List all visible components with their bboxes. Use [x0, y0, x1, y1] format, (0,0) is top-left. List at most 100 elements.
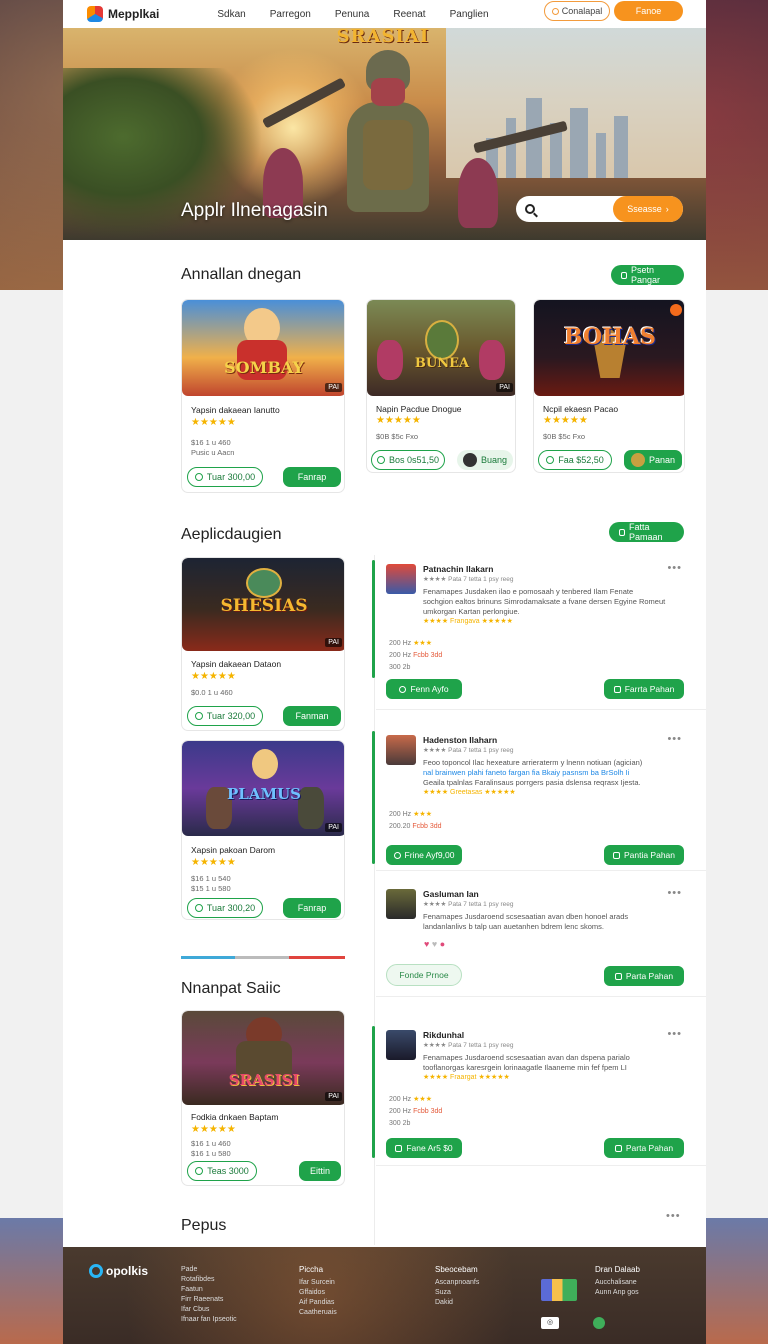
buy-button[interactable]: Fanrap [283, 467, 341, 487]
footer-link[interactable]: Faatun [181, 1285, 237, 1295]
hero-search-button[interactable]: Sseasse › [613, 196, 683, 222]
review-action-label: Frine Ayf9,00 [404, 850, 455, 860]
tag-icon [194, 904, 203, 912]
footer-link[interactable]: Caatheruais [299, 1308, 337, 1318]
review-action-button[interactable]: Fenn Ayfo [386, 679, 462, 699]
review-rating-line: ★★★★ Pata 7 tetta 1 psy reeg [423, 747, 514, 754]
game-card[interactable]: PLAMUS PAI Xapsin pakoan Darom ★★★★★ $16… [181, 740, 345, 920]
buy-button[interactable]: Fanrap [283, 898, 341, 918]
buy-button[interactable]: Buang [457, 450, 513, 470]
section-1-button[interactable]: Psetn Pangar [611, 265, 684, 285]
game-card[interactable]: SHESIAS PAI Yapsin dakaean Dataon ★★★★★ … [181, 557, 345, 731]
buy-button-label: Buang [480, 455, 508, 465]
more-icon[interactable]: ••• [667, 1028, 682, 1040]
footer-link[interactable]: Ifnaar fan Ipseotic [181, 1315, 237, 1325]
buy-button[interactable]: Panan [624, 450, 682, 470]
header-primary-button[interactable]: Fanoe [614, 1, 683, 21]
review-action-button[interactable]: Fonde Prnoe [386, 964, 462, 986]
game-card[interactable]: BOHAS Ncpil ekaesn Pacao ★★★★★ $0B $5c F… [533, 299, 685, 473]
header-outline-button[interactable]: Conalapal [544, 1, 610, 21]
review-stat: 200.20 [389, 823, 411, 830]
footer-link[interactable]: Aif Pandias [299, 1298, 337, 1308]
review-action-button[interactable]: Fane Ar5 $0 [386, 1138, 462, 1158]
app-store-badge-icon[interactable] [541, 1279, 577, 1301]
heart-icon: ♥ [431, 939, 438, 949]
nav-item-4[interactable]: Reenat [393, 9, 425, 20]
price-button[interactable]: Faa $52,50 [538, 450, 612, 470]
review-secondary-button[interactable]: Farrta Pahan [604, 679, 684, 699]
buy-button[interactable]: Eittin [299, 1161, 341, 1181]
footer-logo[interactable]: opolkis [89, 1264, 148, 1278]
review-body-line: Fenamapes Jusdaken ilao e pomosaah y ten… [423, 587, 634, 596]
reviewer-name: Gasluman Ian [423, 889, 479, 899]
review-action-label: Fenn Ayfo [410, 684, 449, 694]
review-accent-bar [372, 731, 375, 864]
footer-link[interactable]: Pade [181, 1265, 237, 1275]
reviewer-avatar [386, 1030, 416, 1060]
refresh-icon [393, 851, 401, 859]
game-card-meta: $0B $5c Fxo [543, 432, 586, 441]
footer-link[interactable]: Aucchalisane [595, 1278, 640, 1288]
footer-link[interactable]: Ifar Cbus [181, 1305, 237, 1315]
game-card-art-title: BUNEA [414, 356, 470, 371]
game-card-meta: $0B $5c Fxo [376, 432, 419, 441]
game-card[interactable]: BUNEA PAI Napin Pacdue Dnogue ★★★★★ $0B … [366, 299, 516, 473]
review-item: Gasluman Ian ★★★★ Pata 7 tetta 1 psy ree… [376, 885, 706, 997]
nav-item-3[interactable]: Penuna [335, 9, 369, 20]
nav-item-2[interactable]: Parregon [270, 9, 311, 20]
footer-link[interactable]: Rotafibdes [181, 1275, 237, 1285]
brand-logo-icon [87, 6, 103, 22]
game-card-art-title: SOMBAY [224, 358, 304, 377]
more-icon[interactable]: ••• [666, 1210, 681, 1222]
gallery-icon [614, 1144, 622, 1152]
footer-link[interactable]: Dakid [435, 1298, 479, 1308]
game-card[interactable]: SRASISI PAI Fodkia dnkaen Baptam ★★★★★ $… [181, 1010, 345, 1186]
footer-link[interactable]: Aunn Anp gos [595, 1288, 640, 1298]
more-icon[interactable]: ••• [667, 733, 682, 745]
review-secondary-button[interactable]: Pantia Pahan [604, 845, 684, 865]
footer-column-2: Piccha Ifar Surcein Gffaidos Aif Pandias… [299, 1265, 337, 1318]
nav-item-5[interactable]: Panglien [450, 9, 489, 20]
footer-link[interactable]: Gffaidos [299, 1288, 337, 1298]
price-button[interactable]: Teas 3000 [187, 1161, 257, 1181]
tag-icon [546, 456, 555, 464]
footer-link[interactable]: Suza [435, 1288, 479, 1298]
hero-search-bar[interactable]: Sseasse › [516, 196, 683, 222]
price-button[interactable]: Bos 0s51,50 [371, 450, 445, 470]
review-stats: 200 Hz ★★★ 200.20 Fcbb 3dd [389, 811, 442, 830]
footer-link[interactable]: Ascanpnoanfs [435, 1278, 479, 1288]
price-button[interactable]: Tuar 300,20 [187, 898, 263, 918]
review-accent-bar [372, 1026, 375, 1158]
game-card-title: Yapsin dakaean Ianutto [191, 405, 280, 415]
review-reactions[interactable]: ♥ ♥ ● [424, 939, 445, 949]
nav-item-1[interactable]: Sdkan [217, 9, 245, 20]
footer-link[interactable]: Ifar Surcein [299, 1278, 337, 1288]
chat-icon[interactable] [593, 1317, 605, 1329]
game-card-meta: $0.0 1 u 460 [191, 688, 233, 697]
more-icon[interactable]: ••• [667, 562, 682, 574]
buy-button[interactable]: Fanman [283, 706, 341, 726]
game-card-rating: ★★★★★ [191, 671, 236, 682]
section-2-button-label: Fatta Pamaan [628, 522, 663, 542]
review-stat: 200 Hz [389, 811, 412, 818]
review-secondary-button[interactable]: Parta Pahan [604, 966, 684, 986]
review-action-label: Fane Ar5 $0 [406, 1143, 453, 1153]
game-card-rating: ★★★★★ [376, 415, 421, 426]
review-action-button[interactable]: Frine Ayf9,00 [386, 845, 462, 865]
game-card[interactable]: SOMBAY PAI Yapsin dakaean Ianutto ★★★★★ … [181, 299, 345, 493]
more-icon[interactable]: ••• [667, 887, 682, 899]
hot-badge-icon [670, 304, 682, 316]
price-button[interactable]: Tuar 300,00 [187, 467, 263, 487]
review-rating-line: ★★★★ Pata 7 tetta 1 psy reeg [423, 901, 514, 908]
footer-link[interactable]: Firr Raeenats [181, 1295, 237, 1305]
price-button[interactable]: Tuar 320,00 [187, 706, 263, 726]
grid-icon [621, 271, 627, 279]
brand-logo[interactable]: Mepplkai [87, 6, 159, 22]
reviewer-name: Patnachin Ilakarn [423, 564, 494, 574]
review-secondary-button[interactable]: Parta Pahan [604, 1138, 684, 1158]
game-card-meta: $16 1 u 460 [191, 1139, 231, 1148]
section-2-button[interactable]: Fatta Pamaan [609, 522, 684, 542]
review-secondary-label: Parta Pahan [625, 971, 674, 981]
instagram-icon[interactable]: ◎ [541, 1317, 559, 1329]
search-icon [525, 204, 535, 214]
